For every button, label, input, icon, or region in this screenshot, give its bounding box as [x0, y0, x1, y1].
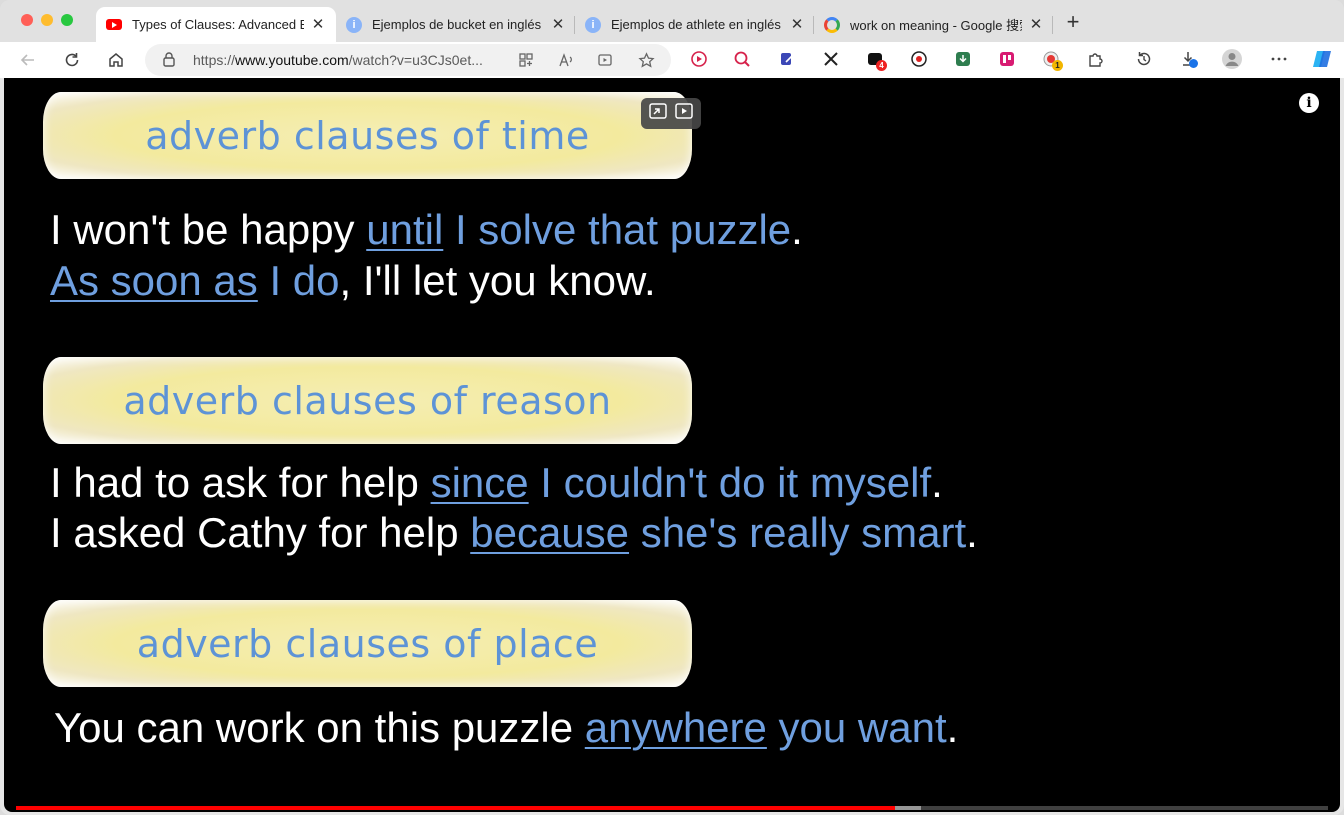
tab-athlete[interactable]: i Ejemplos de athlete en inglés | ✕: [575, 7, 815, 42]
banner-title: adverb clauses of time: [145, 114, 590, 158]
url-text[interactable]: https://www.youtube.com/watch?v=u3CJs0et…: [193, 52, 513, 68]
extension-board-icon[interactable]: [998, 50, 1016, 68]
download-status-dot: [1189, 59, 1198, 68]
extension-dark-icon[interactable]: 4: [866, 50, 887, 71]
main-clause-text: I asked Cathy for help: [50, 509, 471, 556]
clause-text: I solve that puzzle: [443, 206, 792, 253]
reload-icon[interactable]: [60, 48, 84, 72]
tab-divider: [1052, 16, 1053, 34]
address-bar[interactable]: https://www.youtube.com/watch?v=u3CJs0et…: [145, 44, 671, 76]
main-clause-text: I won't be happy: [50, 206, 367, 253]
pop-out-icon[interactable]: [648, 102, 668, 125]
more-options-icon[interactable]: [1270, 50, 1288, 68]
close-tab-icon[interactable]: ✕: [310, 16, 326, 33]
banner-title: adverb clauses of place: [136, 622, 599, 666]
progress-played: [16, 806, 896, 810]
lock-icon[interactable]: [163, 52, 175, 67]
conjunction-text: since: [430, 459, 529, 506]
conjunction-text: until: [366, 206, 444, 253]
main-clause-text: .: [791, 206, 803, 253]
main-clause-text: , I'll let you know.: [339, 257, 656, 304]
banner-reason: adverb clauses of reason: [43, 357, 692, 444]
maximize-window-button[interactable]: [61, 14, 73, 26]
tab-youtube-video[interactable]: Types of Clauses: Advanced En ✕: [96, 7, 336, 42]
url-host: www.youtube.com: [235, 52, 349, 68]
clause-text: I couldn't do it myself: [528, 459, 932, 506]
clause-text: I do: [257, 257, 340, 304]
extension-download-icon[interactable]: [954, 50, 972, 68]
video-player[interactable]: adverb clauses of time I won't be happy …: [4, 78, 1340, 812]
extension-magnifier-icon[interactable]: [733, 50, 751, 68]
main-clause-text: You can work on this puzzle: [54, 704, 585, 751]
tab-title: work on meaning - Google 搜索: [850, 18, 1023, 33]
banner-time: adverb clauses of time: [43, 92, 692, 179]
minimize-window-button[interactable]: [41, 14, 53, 26]
grid-icon[interactable]: [515, 49, 537, 71]
conjunction-text: As soon as: [50, 257, 258, 304]
extensions-puzzle-icon[interactable]: [1086, 50, 1104, 68]
main-clause-text: .: [946, 704, 959, 751]
browser-toolbar: https://www.youtube.com/watch?v=u3CJs0et…: [0, 42, 1344, 78]
downloads-icon[interactable]: [1180, 50, 1198, 68]
read-aloud-icon[interactable]: [555, 49, 577, 71]
new-tab-button[interactable]: +: [1063, 11, 1083, 33]
tab-google-search[interactable]: work on meaning - Google 搜索 ✕: [814, 7, 1054, 42]
video-info-icon[interactable]: i: [1299, 93, 1319, 113]
history-icon[interactable]: [1135, 50, 1153, 68]
url-scheme: https://: [193, 52, 236, 68]
extension-camera-icon[interactable]: 1: [1042, 50, 1063, 71]
picture-in-picture-icon[interactable]: [674, 102, 694, 125]
sentence-line: As soon as I do, I'll let you know.: [50, 257, 656, 305]
extension-badge: 4: [876, 60, 887, 71]
back-icon[interactable]: [16, 48, 40, 72]
google-icon: [824, 16, 840, 33]
tab-strip: Types of Clauses: Advanced En ✕ i Ejempl…: [0, 0, 1344, 42]
extension-record-icon[interactable]: [910, 50, 928, 68]
sentence-line: You can work on this puzzle anywhere you…: [54, 704, 958, 752]
sentence-line: I asked Cathy for help because she's rea…: [50, 509, 978, 557]
sentence-line: I had to ask for help since I couldn't d…: [50, 459, 943, 507]
extension-play-icon[interactable]: [690, 50, 708, 68]
conjunction-text: because: [470, 509, 630, 556]
main-clause-text: .: [966, 509, 978, 556]
banner-place: adverb clauses of place: [43, 600, 692, 687]
extension-arrows-icon[interactable]: [822, 50, 840, 68]
conjunction-text: anywhere: [584, 704, 767, 751]
video-progress-bar[interactable]: [16, 806, 1328, 810]
video-icon[interactable]: [594, 49, 616, 71]
clause-text: she's really smart: [629, 509, 967, 556]
tab-title: Ejemplos de athlete en inglés |: [611, 17, 784, 32]
favorite-star-icon[interactable]: [635, 49, 657, 71]
close-tab-icon[interactable]: ✕: [789, 16, 805, 33]
sentence-line: I won't be happy until I solve that puzz…: [50, 206, 803, 254]
tab-title: Types of Clauses: Advanced En: [132, 17, 305, 32]
url-path: /watch?v=u3CJs0et...: [348, 52, 483, 68]
copilot-icon[interactable]: [1311, 48, 1333, 70]
main-clause-text: .: [931, 459, 943, 506]
info-icon: i: [346, 16, 362, 33]
youtube-icon: [106, 17, 122, 33]
picture-in-picture-controls: [641, 98, 701, 129]
close-tab-icon[interactable]: ✕: [1028, 16, 1044, 33]
info-icon: i: [585, 16, 601, 33]
browser-window: Types of Clauses: Advanced En ✕ i Ejempl…: [0, 0, 1344, 815]
profile-avatar[interactable]: [1222, 49, 1242, 69]
banner-title: adverb clauses of reason: [123, 379, 612, 423]
close-tab-icon[interactable]: ✕: [550, 16, 566, 33]
home-icon[interactable]: [104, 48, 128, 72]
close-window-button[interactable]: [21, 14, 33, 26]
tab-title: Ejemplos de bucket en inglés |: [372, 17, 545, 32]
extension-badge: 1: [1052, 60, 1063, 71]
clause-text: you want: [766, 704, 947, 751]
extension-note-icon[interactable]: [778, 50, 796, 68]
main-clause-text: I had to ask for help: [50, 459, 431, 506]
tab-bucket[interactable]: i Ejemplos de bucket en inglés | ✕: [336, 7, 576, 42]
